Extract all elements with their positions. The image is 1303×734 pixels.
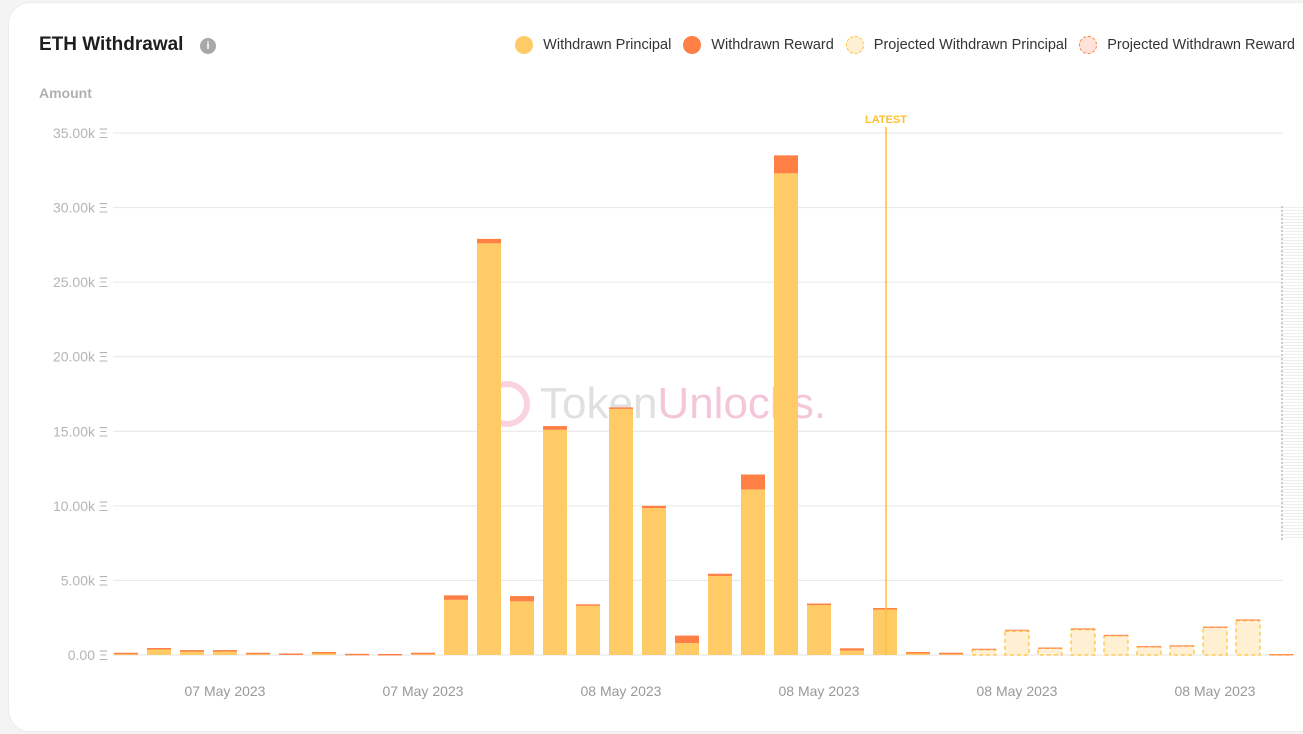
bar-withdrawn-reward [741, 474, 765, 490]
bar-withdrawn-reward [246, 652, 270, 655]
x-tick-label: 08 May 2023 [1175, 683, 1256, 699]
bar-projected-reward [1236, 619, 1260, 621]
x-tick-label: 08 May 2023 [779, 683, 860, 699]
bar-withdrawn-principal [708, 575, 732, 655]
x-tick-label: 08 May 2023 [977, 683, 1058, 699]
bar-chart: 0.00 Ξ 5.00k Ξ 10.00k Ξ 15.00k Ξ 20.00k Ξ 25.… [53, 114, 1294, 699]
latest-marker-label: LATEST [865, 114, 907, 126]
y-tick-label: 25.00k Ξ [53, 274, 108, 290]
bar-withdrawn-reward [873, 608, 897, 610]
y-tick-label: 15.00k Ξ [53, 423, 108, 439]
bar-withdrawn-reward [939, 652, 963, 655]
bar-withdrawn-principal [510, 601, 534, 655]
bar-projected-reward [1104, 634, 1128, 637]
bar-projected-principal [1070, 629, 1096, 656]
bar-withdrawn-reward [312, 652, 336, 654]
bar-projected-principal [971, 649, 997, 656]
bar-projected-principal [1169, 645, 1195, 656]
bar-withdrawn-reward [444, 595, 468, 600]
bar-projected-principal [1004, 630, 1030, 656]
bar-projected-principal [1136, 646, 1162, 656]
bar-withdrawn-reward [774, 155, 798, 174]
bar-withdrawn-principal [741, 489, 765, 655]
bar-withdrawn-reward [411, 652, 435, 655]
bar-projected-reward [1137, 645, 1161, 648]
bar-projected-principal [1202, 626, 1228, 656]
bar-withdrawn-reward [642, 505, 666, 509]
bar-withdrawn-principal [642, 508, 666, 655]
bar-withdrawn-reward [675, 635, 699, 644]
bar-withdrawn-reward [213, 650, 237, 652]
bar-withdrawn-principal [873, 608, 897, 655]
bar-projected-reward [1203, 626, 1227, 629]
bar-projected-principal [1235, 620, 1261, 656]
x-tick-label: 07 May 2023 [185, 683, 266, 699]
bar-projected-reward [1005, 629, 1029, 632]
bar-withdrawn-reward [477, 238, 501, 244]
y-tick-label: 0.00 Ξ [68, 647, 108, 663]
y-tick-label: 35.00k Ξ [53, 125, 108, 141]
bar-withdrawn-reward [114, 652, 138, 655]
bar-withdrawn-principal [807, 604, 831, 655]
bar-withdrawn-reward [279, 653, 303, 656]
y-tick-label: 20.00k Ξ [53, 349, 108, 365]
bar-projected-reward [972, 648, 996, 651]
y-tick-label: 5.00k Ξ [61, 572, 108, 588]
bar-projected-principal [1103, 635, 1129, 656]
x-tick-label: 07 May 2023 [383, 683, 464, 699]
bar-withdrawn-principal [576, 605, 600, 655]
bar-withdrawn-reward [378, 653, 402, 656]
bar-withdrawn-reward [510, 596, 534, 602]
bar-withdrawn-principal [444, 599, 468, 655]
bar-withdrawn-principal [675, 643, 699, 655]
bar-withdrawn-reward [840, 648, 864, 651]
x-tick-label: 08 May 2023 [581, 683, 662, 699]
bar-withdrawn-principal [477, 243, 501, 655]
bar-withdrawn-reward [543, 426, 567, 430]
y-tick-label: 30.00k Ξ [53, 200, 108, 216]
bar-projected-reward [1038, 647, 1062, 649]
bar-withdrawn-reward [708, 573, 732, 576]
bar-withdrawn-reward [807, 603, 831, 606]
bar-withdrawn-reward [345, 653, 369, 656]
bar-projected-principal [1037, 647, 1063, 656]
y-tick-label: 10.00k Ξ [53, 498, 108, 514]
bar-withdrawn-principal [774, 173, 798, 656]
bar-withdrawn-reward [180, 650, 204, 652]
bar-withdrawn-principal [543, 429, 567, 655]
bar-withdrawn-reward [576, 604, 600, 606]
scrollbar[interactable] [1281, 206, 1303, 540]
bar-projected-reward [1071, 628, 1095, 630]
bar-withdrawn-reward [609, 407, 633, 409]
bar-withdrawn-principal [147, 648, 171, 655]
bar-withdrawn-reward [147, 647, 171, 650]
bar-withdrawn-principal [609, 408, 633, 655]
bar-projected-reward [1269, 653, 1293, 656]
bar-withdrawn-reward [906, 652, 930, 654]
bar-withdrawn-principal [840, 650, 864, 655]
bar-projected-reward [1170, 645, 1194, 647]
